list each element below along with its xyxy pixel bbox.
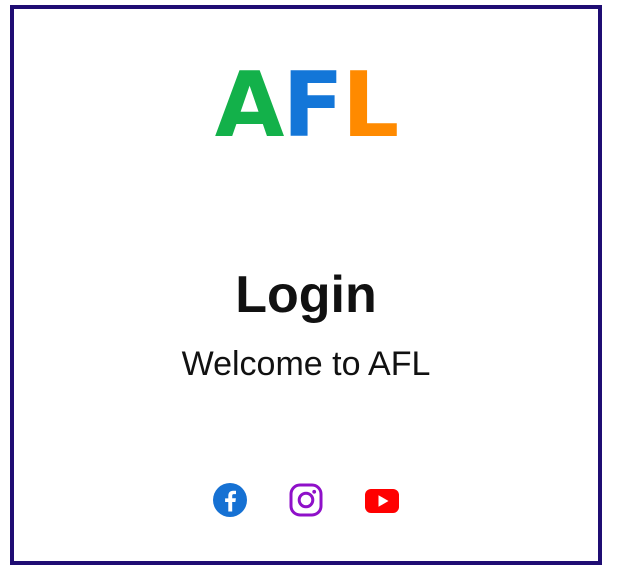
youtube-icon [364, 482, 400, 518]
page-title: Login [235, 266, 377, 324]
social-links [14, 481, 598, 519]
logo-letter-a: A [214, 53, 285, 158]
youtube-link[interactable] [363, 481, 401, 519]
logo-letter-l: L [341, 53, 399, 158]
welcome-subtitle: Welcome to AFL [181, 345, 431, 383]
instagram-icon [288, 482, 324, 518]
login-card: AFL Login Welcome to AFL [10, 5, 602, 565]
logo-letter-f: F [282, 53, 344, 158]
afl-logo: AFL [14, 61, 598, 151]
instagram-link[interactable] [287, 481, 325, 519]
facebook-icon [212, 482, 248, 518]
facebook-link[interactable] [211, 481, 249, 519]
